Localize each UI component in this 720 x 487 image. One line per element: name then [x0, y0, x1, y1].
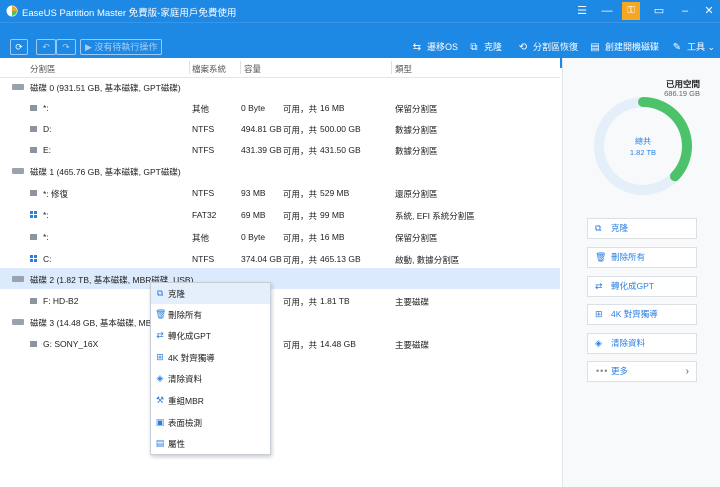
chevron-right-icon: › [685, 366, 689, 377]
chevron-down-icon: ⌄ [705, 42, 716, 52]
partition-row[interactable]: *: 其他 0 Byte 可用，共 16 MB 保留分割區 [0, 226, 560, 247]
ctx-delete-all[interactable]: 🗑 刪除所有 [151, 304, 270, 325]
partition-row[interactable]: *: 修復 NTFS 93 MB 可用，共 529 MB 還原分割區 [0, 182, 560, 203]
align-icon: ⊞ [595, 309, 603, 319]
disk-icon [12, 84, 24, 90]
disk-row[interactable]: 磁碟 0 (931.51 GB, 基本磁碟, GPT磁碟) [0, 76, 560, 97]
ctx-align-4k[interactable]: ⊞ 4K 對齊獨導 [151, 347, 270, 368]
drive-icon [30, 234, 37, 240]
col-filesystem[interactable]: 檔案系統 [192, 63, 226, 75]
key-icon[interactable]: ⚿ [622, 2, 640, 20]
windows-drive-icon [30, 211, 38, 219]
drive-icon [30, 105, 37, 111]
ctx-rebuild-mbr[interactable]: ⚒ 重組MBR [151, 390, 270, 411]
window-title: EaseUS Partition Master 免費版-家庭用戶免費使用 [22, 8, 237, 19]
ctx-properties[interactable]: ▤ 屬性 [151, 433, 270, 454]
disk-icon [12, 276, 24, 282]
tools-icon: ✎ [672, 42, 682, 53]
clone-icon: ⧉ [470, 42, 478, 53]
bootable-media-icon: ▤ [590, 42, 600, 53]
clone-button[interactable]: ⧉ 克隆 [467, 39, 502, 55]
ctx-wipe-data[interactable]: ◈ 清除資料 [151, 368, 270, 389]
minimize-icon[interactable]: — [596, 0, 618, 22]
partition-row[interactable]: G: SONY_16X 可用，共 14.48 GB 主要磁碟 [0, 333, 560, 354]
context-menu: ⧉ 克隆 🗑 刪除所有 ⇄ 轉化成GPT ⊞ 4K 對齊獨導 ◈ 清除資料 ⚒ 重組MBR … [150, 282, 271, 455]
redo-button[interactable]: ↷ [56, 39, 76, 55]
clone-icon: ⧉ [156, 288, 164, 298]
menu-icon[interactable]: ☰ [571, 0, 593, 22]
disk-row[interactable]: 磁碟 3 (14.48 GB, 基本磁碟, MBR [0, 311, 560, 332]
ctx-surface-test[interactable]: ▣ 表面檢測 [151, 412, 270, 433]
clone-icon: ⧉ [595, 223, 602, 233]
column-header: 分割區 檔案系統 容量 類型 [0, 58, 560, 78]
surface-test-icon: ▣ [155, 417, 165, 427]
delete-icon: 🗑 [595, 252, 607, 262]
col-type[interactable]: 類型 [395, 63, 412, 75]
tools-button[interactable]: ✎ 工具 ⌄ [670, 39, 715, 55]
convert-icon: ⇄ [156, 330, 164, 340]
col-partition[interactable]: 分割區 [30, 63, 56, 75]
col-capacity[interactable]: 容量 [244, 63, 261, 75]
ctx-clone[interactable]: ⧉ 克隆 [151, 283, 270, 304]
properties-icon: ▤ [155, 438, 165, 448]
total-value: 1.82 TB [630, 148, 656, 157]
close-icon[interactable]: ✕ [698, 0, 720, 22]
ctx-convert-gpt[interactable]: ⇄ 轉化成GPT [151, 325, 270, 346]
refresh-button[interactable]: ⟳ [10, 39, 28, 55]
partition-row[interactable]: C: NTFS 374.04 GB 可用，共 465.13 GB 啟動, 數據分… [0, 248, 560, 269]
partition-list: 分割區 檔案系統 容量 類型 磁碟 0 (931.51 GB, 基本磁碟, GP… [0, 58, 560, 487]
total-label: 總共 [635, 136, 651, 146]
wipe-data-action-button[interactable]: ◈ 清除資料 [587, 333, 697, 354]
undo-button[interactable]: ↶ [36, 39, 56, 55]
partition-row[interactable]: F: HD-B2 可用，共 1.81 TB 主要磁碟 [0, 290, 560, 311]
disk-icon [12, 319, 24, 325]
windows-drive-icon [30, 255, 38, 263]
disk-row[interactable]: 磁碟 1 (465.76 GB, 基本磁碟, GPT磁碟) [0, 160, 560, 181]
app-logo-icon [6, 5, 18, 17]
usage-donut: 總共 1.82 TB [594, 97, 692, 195]
partition-recovery-button[interactable]: ⟲ 分割區恢復 [516, 39, 578, 55]
drive-icon [30, 341, 37, 347]
delete-icon: 🗑 [155, 309, 167, 319]
apply-pending-button[interactable]: ▶ 沒有待執行操作 [80, 39, 162, 55]
drive-icon [30, 190, 37, 196]
wipe-icon: ◈ [595, 338, 602, 348]
play-icon: ▶ [85, 42, 95, 52]
disk-row-selected[interactable]: 磁碟 2 (1.82 TB, 基本磁碟, MBR磁碟, USB) [0, 268, 560, 289]
partition-recovery-icon: ⟲ [518, 42, 528, 53]
title-bar: EaseUS Partition Master 免費版-家庭用戶免費使用 ☰ —… [0, 0, 720, 22]
align-icon: ⊞ [156, 352, 164, 362]
partition-row[interactable]: *: FAT32 69 MB 可用，共 99 MB 系統, EFI 系統分割區 [0, 204, 560, 225]
delete-all-action-button[interactable]: 🗑 刪除所有 [587, 247, 697, 268]
disk-icon [12, 168, 24, 174]
partition-row[interactable]: E: NTFS 431.39 GB 可用，共 431.50 GB 數據分割區 [0, 139, 560, 160]
partition-row[interactable]: *: 其他 0 Byte 可用，共 16 MB 保留分割區 [0, 97, 560, 118]
migrate-os-button[interactable]: ⇆ 遷移OS [410, 39, 458, 55]
convert-icon: ⇄ [595, 281, 603, 291]
minimize-window-icon[interactable]: – [674, 0, 696, 22]
drive-icon [30, 147, 37, 153]
clone-action-button[interactable]: ⧉ 克隆 [587, 218, 697, 239]
create-bootable-button[interactable]: ▤ 創建開機磁碟 [588, 39, 659, 55]
more-actions-button[interactable]: ••• 更多 › [587, 361, 697, 382]
migrate-os-icon: ⇆ [412, 42, 422, 53]
more-dots-icon: ••• [596, 366, 609, 376]
drive-icon [30, 126, 37, 132]
partition-row[interactable]: D: NTFS 494.81 GB 可用，共 500.00 GB 數據分割區 [0, 118, 560, 139]
pending-label: 沒有待執行操作 [94, 42, 158, 52]
disk-info-panel: 已用空間 686.19 GB 總共 1.82 TB ⧉ 克隆 🗑 刪除所有 ⇄ … [562, 58, 720, 487]
wipe-icon: ◈ [156, 373, 164, 383]
rebuild-mbr-icon: ⚒ [155, 395, 165, 405]
align-4k-action-button[interactable]: ⊞ 4K 對齊獨導 [587, 304, 697, 325]
drive-icon [30, 298, 37, 304]
convert-gpt-action-button[interactable]: ⇄ 轉化成GPT [587, 276, 697, 297]
restore-icon[interactable]: ▭ [648, 0, 670, 22]
